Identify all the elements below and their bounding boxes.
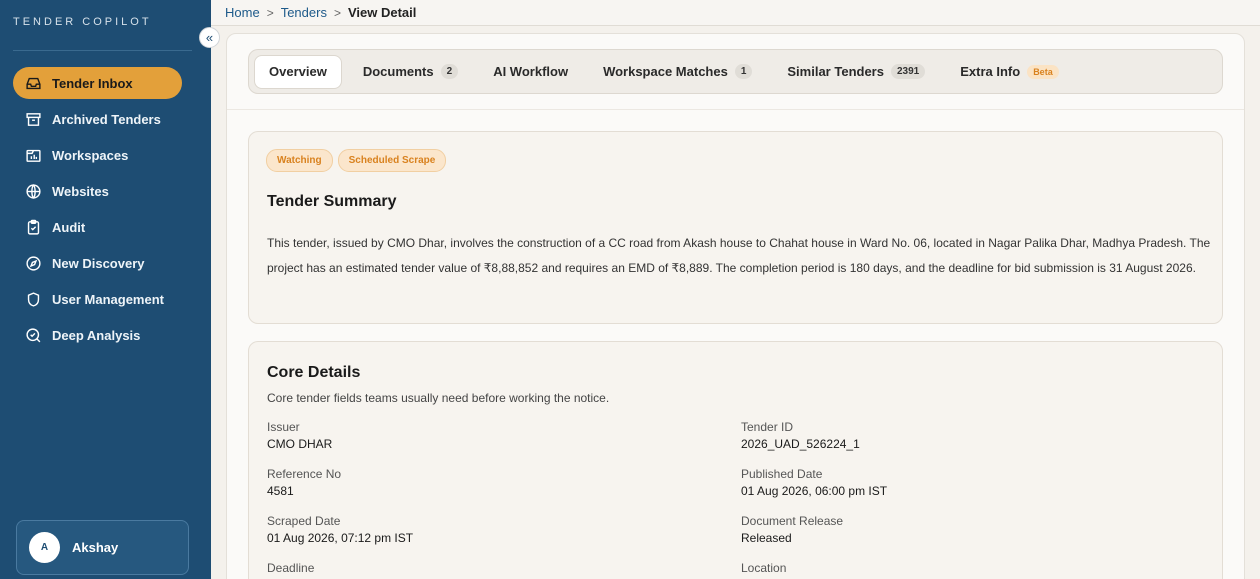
field-value: CMO DHAR (267, 437, 333, 451)
sidebar-item-audit[interactable]: Audit (13, 211, 182, 243)
sidebar-nav: Tender Inbox Archived Tenders Workspaces… (13, 67, 182, 355)
collapse-sidebar-button[interactable]: « (199, 27, 220, 48)
tab-workspace-matches[interactable]: Workspace Matches 1 (589, 55, 766, 89)
field-value: Released (741, 531, 792, 545)
breadcrumb-home-link[interactable]: Home (225, 5, 260, 20)
sidebar-item-user-management[interactable]: User Management (13, 283, 182, 315)
count-badge: 2391 (890, 64, 926, 79)
field-value: 01 Aug 2026, 07:12 pm IST (267, 531, 414, 545)
field-scraped-date: Scraped Date 01 Aug 2026, 07:12 pm IST (267, 514, 707, 545)
count-badge: 1 (734, 64, 753, 79)
tab-label: AI Workflow (493, 64, 569, 79)
field-label: Issuer (267, 420, 300, 434)
tab-documents[interactable]: Documents 2 (349, 55, 472, 89)
beta-badge: Beta (1027, 64, 1059, 79)
user-profile-button[interactable]: A Akshay (16, 520, 189, 575)
field-label: Reference No (267, 467, 342, 481)
tab-ai-workflow[interactable]: AI Workflow (479, 55, 582, 89)
search-analysis-icon (24, 326, 42, 344)
section-title: Core Details (267, 364, 361, 381)
brand-logo: TENDER COPILOT (13, 16, 152, 28)
sidebar-item-label: Audit (52, 219, 86, 235)
sidebar-item-label: Archived Tenders (52, 111, 161, 127)
tab-label: Extra Info (960, 64, 1021, 79)
tab-label: Workspace Matches (603, 64, 728, 79)
breadcrumb-current: View Detail (347, 5, 417, 20)
user-name: Akshay (72, 540, 119, 555)
compass-icon (24, 254, 42, 272)
chevron-right-icon: > (333, 5, 341, 20)
inbox-icon (24, 74, 42, 92)
field-deadline: Deadline (267, 561, 707, 578)
tab-label: Documents (362, 64, 434, 79)
sidebar-item-label: User Management (52, 291, 164, 307)
field-issuer: Issuer CMO DHAR (267, 420, 707, 451)
tab-overview[interactable]: Overview (254, 54, 342, 89)
core-details-panel: Core Details Core tender fields teams us… (248, 341, 1223, 579)
field-document-release: Document Release Released (741, 514, 1181, 545)
status-badge-watching: Watching (266, 149, 333, 172)
tab-label: Overview (269, 64, 327, 79)
field-value: 2026_UAD_526224_1 (741, 437, 860, 451)
chevron-right-icon: > (266, 5, 274, 20)
field-label: Deadline (267, 561, 315, 575)
field-reference-no: Reference No 4581 (267, 467, 707, 498)
breadcrumb: Home > Tenders > View Detail (211, 0, 1260, 26)
globe-icon (24, 182, 42, 200)
sidebar-item-label: Websites (52, 183, 109, 199)
field-label: Scraped Date (267, 514, 341, 528)
section-title: Tender Summary (267, 193, 397, 210)
shield-icon (24, 290, 42, 308)
detail-card: Overview Documents 2 AI Workflow Workspa… (226, 33, 1245, 579)
sidebar-item-label: Deep Analysis (52, 327, 141, 343)
tab-extra-info[interactable]: Extra Info Beta (946, 55, 1072, 89)
summary-text: This tender, issued by CMO Dhar, involve… (267, 236, 1211, 275)
tab-label: Similar Tenders (787, 64, 884, 79)
field-value: 4581 (267, 484, 294, 498)
field-label: Tender ID (741, 420, 794, 434)
avatar: A (29, 532, 60, 563)
tab-similar-tenders[interactable]: Similar Tenders 2391 (773, 55, 939, 89)
field-label: Published Date (741, 467, 823, 481)
field-label: Document Release (741, 514, 844, 528)
sidebar: TENDER COPILOT Tender Inbox Archived Ten… (0, 0, 211, 579)
breadcrumb-tenders-link[interactable]: Tenders (281, 5, 327, 20)
sidebar-item-label: Tender Inbox (52, 75, 133, 91)
sidebar-item-tender-inbox[interactable]: Tender Inbox (13, 67, 182, 99)
sidebar-item-label: New Discovery (52, 255, 145, 271)
sidebar-item-archived-tenders[interactable]: Archived Tenders (13, 103, 182, 135)
field-tender-id: Tender ID 2026_UAD_526224_1 (741, 420, 1181, 451)
section-subtitle: Core tender fields teams usually need be… (267, 391, 610, 405)
sidebar-item-websites[interactable]: Websites (13, 175, 182, 207)
sidebar-item-label: Workspaces (52, 147, 129, 163)
tender-summary-panel: Watching Scheduled Scrape Tender Summary… (248, 131, 1223, 324)
status-badges: Watching Scheduled Scrape (266, 149, 451, 172)
sidebar-item-workspaces[interactable]: Workspaces (13, 139, 182, 171)
sidebar-item-deep-analysis[interactable]: Deep Analysis (13, 319, 182, 351)
sidebar-item-new-discovery[interactable]: New Discovery (13, 247, 182, 279)
tab-bar: Overview Documents 2 AI Workflow Workspa… (248, 49, 1223, 94)
field-label: Location (741, 561, 787, 575)
field-location: Location (741, 561, 1181, 578)
field-value: 01 Aug 2026, 06:00 pm IST (741, 484, 888, 498)
workspace-icon (24, 146, 42, 164)
divider (227, 109, 1244, 110)
status-badge-scheduled-scrape: Scheduled Scrape (337, 149, 447, 172)
archive-icon (24, 110, 42, 128)
clipboard-icon (24, 218, 42, 236)
field-published-date: Published Date 01 Aug 2026, 06:00 pm IST (741, 467, 1181, 498)
count-badge: 2 (440, 64, 459, 79)
divider (13, 50, 192, 51)
